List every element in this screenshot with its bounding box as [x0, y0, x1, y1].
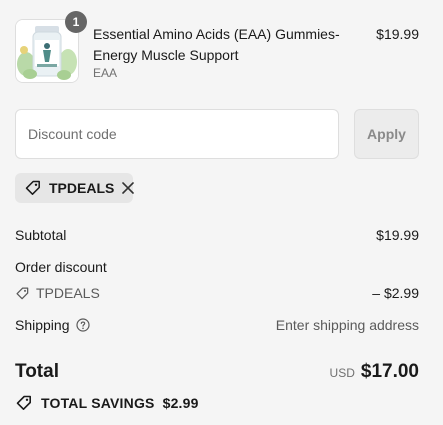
tag-icon [15, 286, 30, 301]
discount-code-input[interactable] [15, 109, 339, 159]
subtotal-label: Subtotal [15, 227, 67, 243]
shipping-row: Shipping Enter shipping address [15, 317, 419, 333]
discount-value: – $2.99 [372, 285, 419, 301]
subtotal-row: Subtotal $19.99 [15, 227, 419, 243]
total-savings-group: TOTAL SAVINGS $2.99 [15, 394, 199, 412]
tag-icon [15, 394, 33, 412]
discount-code-line: TPDEALS [15, 285, 100, 301]
order-discount-row: Order discount [15, 259, 419, 275]
quantity-badge: 1 [65, 11, 87, 33]
apply-discount-button[interactable]: Apply [354, 109, 419, 159]
total-savings-label: TOTAL SAVINGS [41, 395, 155, 411]
product-variant: EAA [93, 66, 118, 80]
total-value: $17.00 [360, 361, 419, 382]
subtotal-value: $19.99 [376, 227, 419, 243]
product-title: Essential Amino Acids (EAA) Gummies-Ener… [93, 26, 340, 63]
applied-discount-chip: TPDEALS [15, 173, 135, 203]
product-price: $19.99 [376, 26, 419, 42]
discount-code-row: TPDEALS – $2.99 [15, 285, 419, 301]
total-amount-group: USD $17.00 [330, 361, 419, 383]
help-circle-icon[interactable] [75, 318, 90, 332]
tag-icon [24, 179, 42, 197]
total-savings-row: TOTAL SAVINGS $2.99 [15, 394, 419, 412]
total-savings-value: $2.99 [162, 395, 199, 411]
shipping-label-group: Shipping [15, 317, 90, 333]
total-label: Total [15, 361, 59, 382]
order-summary: 1 Essential Amino Acids (EAA) Gummies-En… [0, 0, 443, 425]
discount-code-name: TPDEALS [36, 285, 100, 301]
order-discount-label: Order discount [15, 259, 107, 275]
shipping-label: Shipping [15, 317, 70, 333]
shipping-value: Enter shipping address [275, 317, 419, 333]
applied-discount-code: TPDEALS [49, 180, 115, 196]
product-thumbnail-wrapper: 1 [15, 11, 87, 83]
total-row: Total USD $17.00 [15, 361, 419, 383]
close-icon[interactable] [121, 181, 135, 195]
currency-code: USD [329, 366, 355, 380]
